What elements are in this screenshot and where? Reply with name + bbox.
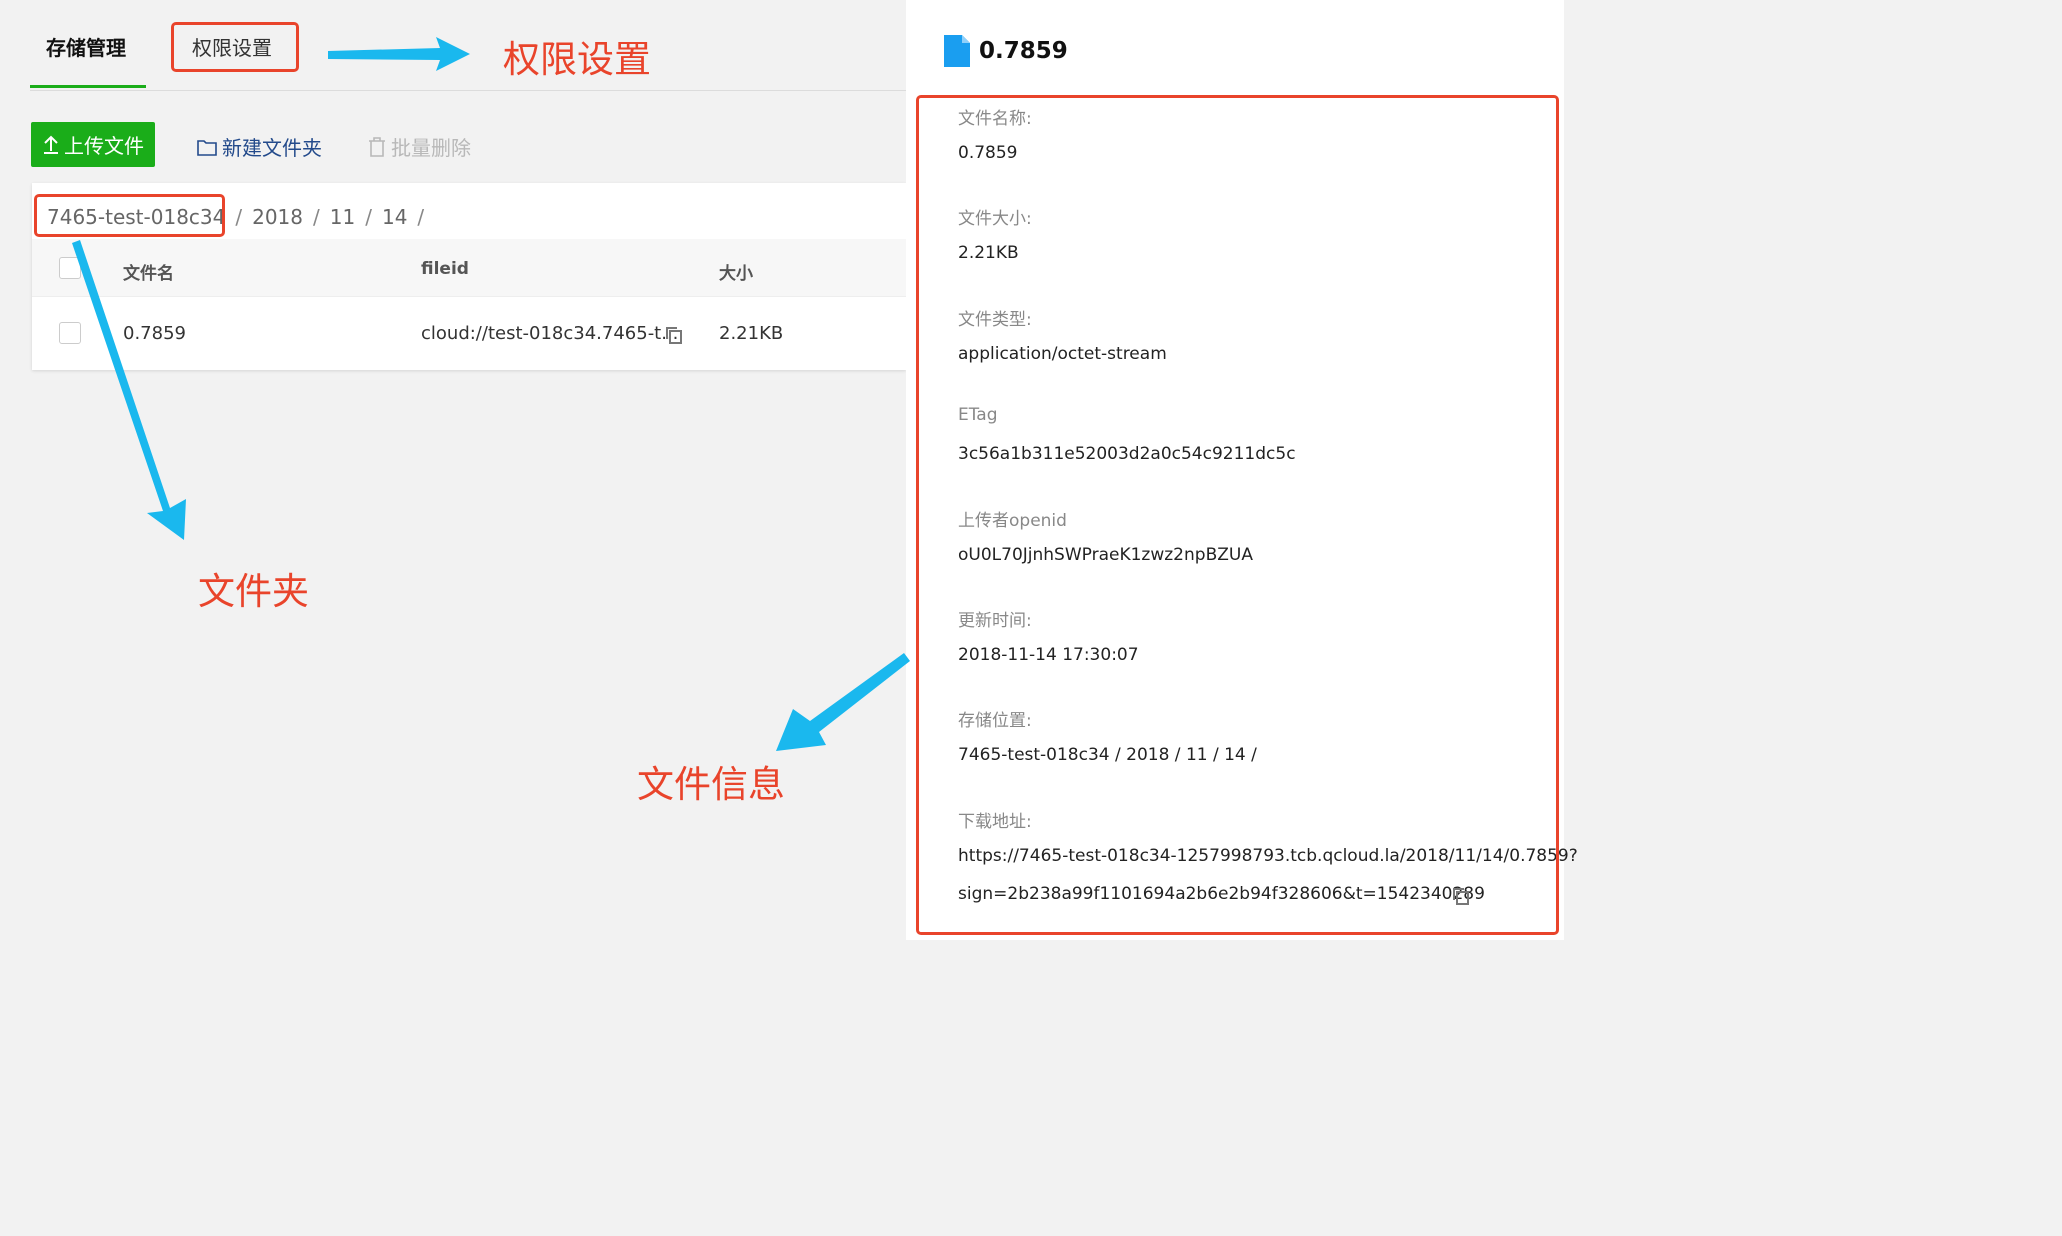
upload-file-label: 上传文件 [64, 134, 144, 158]
column-header-size[interactable]: 大小 [719, 259, 753, 284]
column-header-name[interactable]: 文件名 [123, 259, 174, 284]
breadcrumb-separator: / [235, 205, 243, 229]
panel-title-text: 0.7859 [979, 38, 1068, 64]
tab-storage[interactable]: 存储管理 [46, 32, 126, 61]
annotation-label-folder: 文件夹 [198, 570, 309, 613]
column-header-fileid[interactable]: fileid [421, 259, 469, 279]
annotation-label-permission: 权限设置 [503, 38, 651, 81]
highlight-box-folder [34, 194, 225, 237]
new-folder-button[interactable]: 新建文件夹 [196, 132, 322, 161]
file-id-cell: cloud://test-018c34.7465-t... [421, 323, 679, 344]
highlight-box-file-info [916, 95, 1559, 935]
file-icon [944, 35, 970, 67]
batch-delete-label: 批量删除 [391, 136, 471, 160]
active-tab-indicator [30, 85, 146, 88]
row-checkbox[interactable] [59, 322, 81, 344]
breadcrumb-item-year[interactable]: 2018 [252, 205, 303, 229]
table-row[interactable]: 0.7859 cloud://test-018c34.7465-t... 2.2… [32, 298, 906, 370]
copy-icon[interactable] [665, 326, 683, 344]
breadcrumb-separator: / [365, 205, 372, 229]
table-header: 文件名 fileid 大小 [32, 239, 906, 297]
breadcrumb-item-day[interactable]: 14 [382, 205, 407, 229]
select-all-checkbox[interactable] [59, 257, 81, 279]
batch-delete-button[interactable]: 批量删除 [367, 132, 471, 161]
folder-icon [197, 139, 217, 156]
breadcrumb-separator: / [313, 205, 320, 229]
file-size-cell: 2.21KB [719, 323, 784, 344]
annotation-label-file-info: 文件信息 [637, 763, 785, 806]
tab-bar: 存储管理 权限设置 [30, 0, 906, 91]
breadcrumb-item-month[interactable]: 11 [330, 205, 355, 229]
upload-file-button[interactable]: 上传文件 [31, 122, 155, 167]
highlight-box-permission-tab [171, 22, 299, 72]
panel-title: 0.7859 [943, 34, 1068, 68]
new-folder-label: 新建文件夹 [222, 136, 322, 160]
file-name-cell[interactable]: 0.7859 [123, 323, 186, 344]
upload-icon [44, 135, 58, 154]
trash-icon [369, 136, 385, 157]
breadcrumb-separator: / [417, 205, 425, 229]
